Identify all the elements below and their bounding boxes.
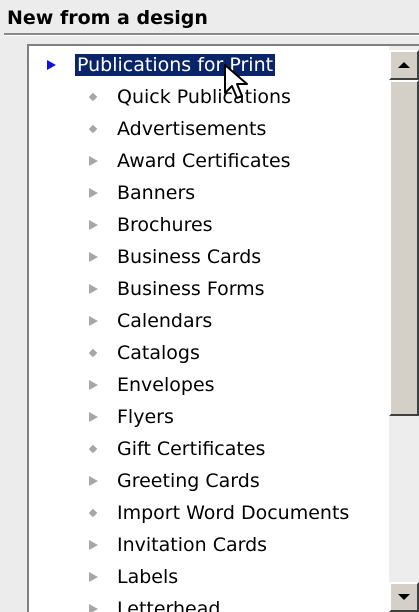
tree-item[interactable]: Calendars xyxy=(29,305,389,337)
scroll-down-arrow-icon xyxy=(398,594,410,600)
collapsed-arrow-icon xyxy=(87,529,99,561)
tree-item-label: Advertisements xyxy=(117,118,267,140)
tree-item[interactable]: Quick Publications xyxy=(29,81,389,113)
tree-item[interactable]: Award Certificates xyxy=(29,145,389,177)
diamond-bullet-icon xyxy=(87,81,99,113)
diamond-bullet-icon xyxy=(87,337,99,369)
collapsed-arrow-icon xyxy=(87,241,99,273)
tree-item[interactable]: Import Word Documents xyxy=(29,497,389,529)
collapsed-arrow-icon xyxy=(87,145,99,177)
tree-item[interactable]: Brochures xyxy=(29,209,389,241)
collapsed-arrow-icon xyxy=(87,369,99,401)
diamond-bullet-icon xyxy=(87,433,99,465)
header-divider xyxy=(4,33,419,36)
collapsed-arrow-icon xyxy=(87,593,99,612)
tree-item-label: Greeting Cards xyxy=(117,470,260,492)
tree-item[interactable]: Invitation Cards xyxy=(29,529,389,561)
tree-item[interactable]: Advertisements xyxy=(29,113,389,145)
tree-item[interactable]: Gift Certificates xyxy=(29,433,389,465)
vertical-scrollbar[interactable] xyxy=(389,46,419,612)
pane-title: New from a design xyxy=(7,7,208,29)
tree-item-label: Letterhead xyxy=(117,598,221,612)
collapsed-arrow-icon xyxy=(87,401,99,433)
tree-item[interactable]: Greeting Cards xyxy=(29,465,389,497)
tree-item-label: Business Forms xyxy=(117,278,265,300)
expanded-arrow-icon xyxy=(45,49,57,81)
design-tree: Publications for Print Quick Publication… xyxy=(29,46,389,612)
tree-item[interactable]: Business Cards xyxy=(29,241,389,273)
tree-item-publications-for-print[interactable]: Publications for Print xyxy=(29,49,389,81)
scroll-down-button[interactable] xyxy=(389,582,419,612)
tree-item-label: Publications for Print xyxy=(75,54,276,76)
tree-item[interactable]: Envelopes xyxy=(29,369,389,401)
tree-item-label: Invitation Cards xyxy=(117,534,268,556)
tree-item-label: Gift Certificates xyxy=(117,438,266,460)
scroll-up-button[interactable] xyxy=(389,50,419,80)
collapsed-arrow-icon xyxy=(87,273,99,305)
tree-item[interactable]: Flyers xyxy=(29,401,389,433)
diamond-bullet-icon xyxy=(87,113,99,145)
collapsed-arrow-icon xyxy=(87,465,99,497)
tree-item[interactable]: Banners xyxy=(29,177,389,209)
tree-item[interactable]: Catalogs xyxy=(29,337,389,369)
tree-item[interactable]: Labels xyxy=(29,561,389,593)
tree-item-label: Brochures xyxy=(117,214,213,236)
collapsed-arrow-icon xyxy=(87,209,99,241)
tree-item-label: Labels xyxy=(117,566,179,588)
tree-item-label: Award Certificates xyxy=(117,150,291,172)
collapsed-arrow-icon xyxy=(87,177,99,209)
diamond-bullet-icon xyxy=(87,497,99,529)
scroll-up-arrow-icon xyxy=(398,62,410,68)
pane-header: New from a design xyxy=(0,0,419,40)
scroll-thumb[interactable] xyxy=(389,80,419,416)
tree-item-label: Import Word Documents xyxy=(117,502,350,524)
tree-item-label: Quick Publications xyxy=(117,86,291,108)
tree-item-label: Calendars xyxy=(117,310,213,332)
tree-item-label: Catalogs xyxy=(117,342,200,364)
tree-item[interactable]: Business Forms xyxy=(29,273,389,305)
tree-item[interactable]: Letterhead xyxy=(29,593,389,612)
tree-item-label: Banners xyxy=(117,182,196,204)
collapsed-arrow-icon xyxy=(87,305,99,337)
tree-item-label: Flyers xyxy=(117,406,174,428)
design-list[interactable]: Publications for Print Quick Publication… xyxy=(27,44,419,612)
tree-item-label: Envelopes xyxy=(117,374,215,396)
collapsed-arrow-icon xyxy=(87,561,99,593)
tree-item-label: Business Cards xyxy=(117,246,262,268)
